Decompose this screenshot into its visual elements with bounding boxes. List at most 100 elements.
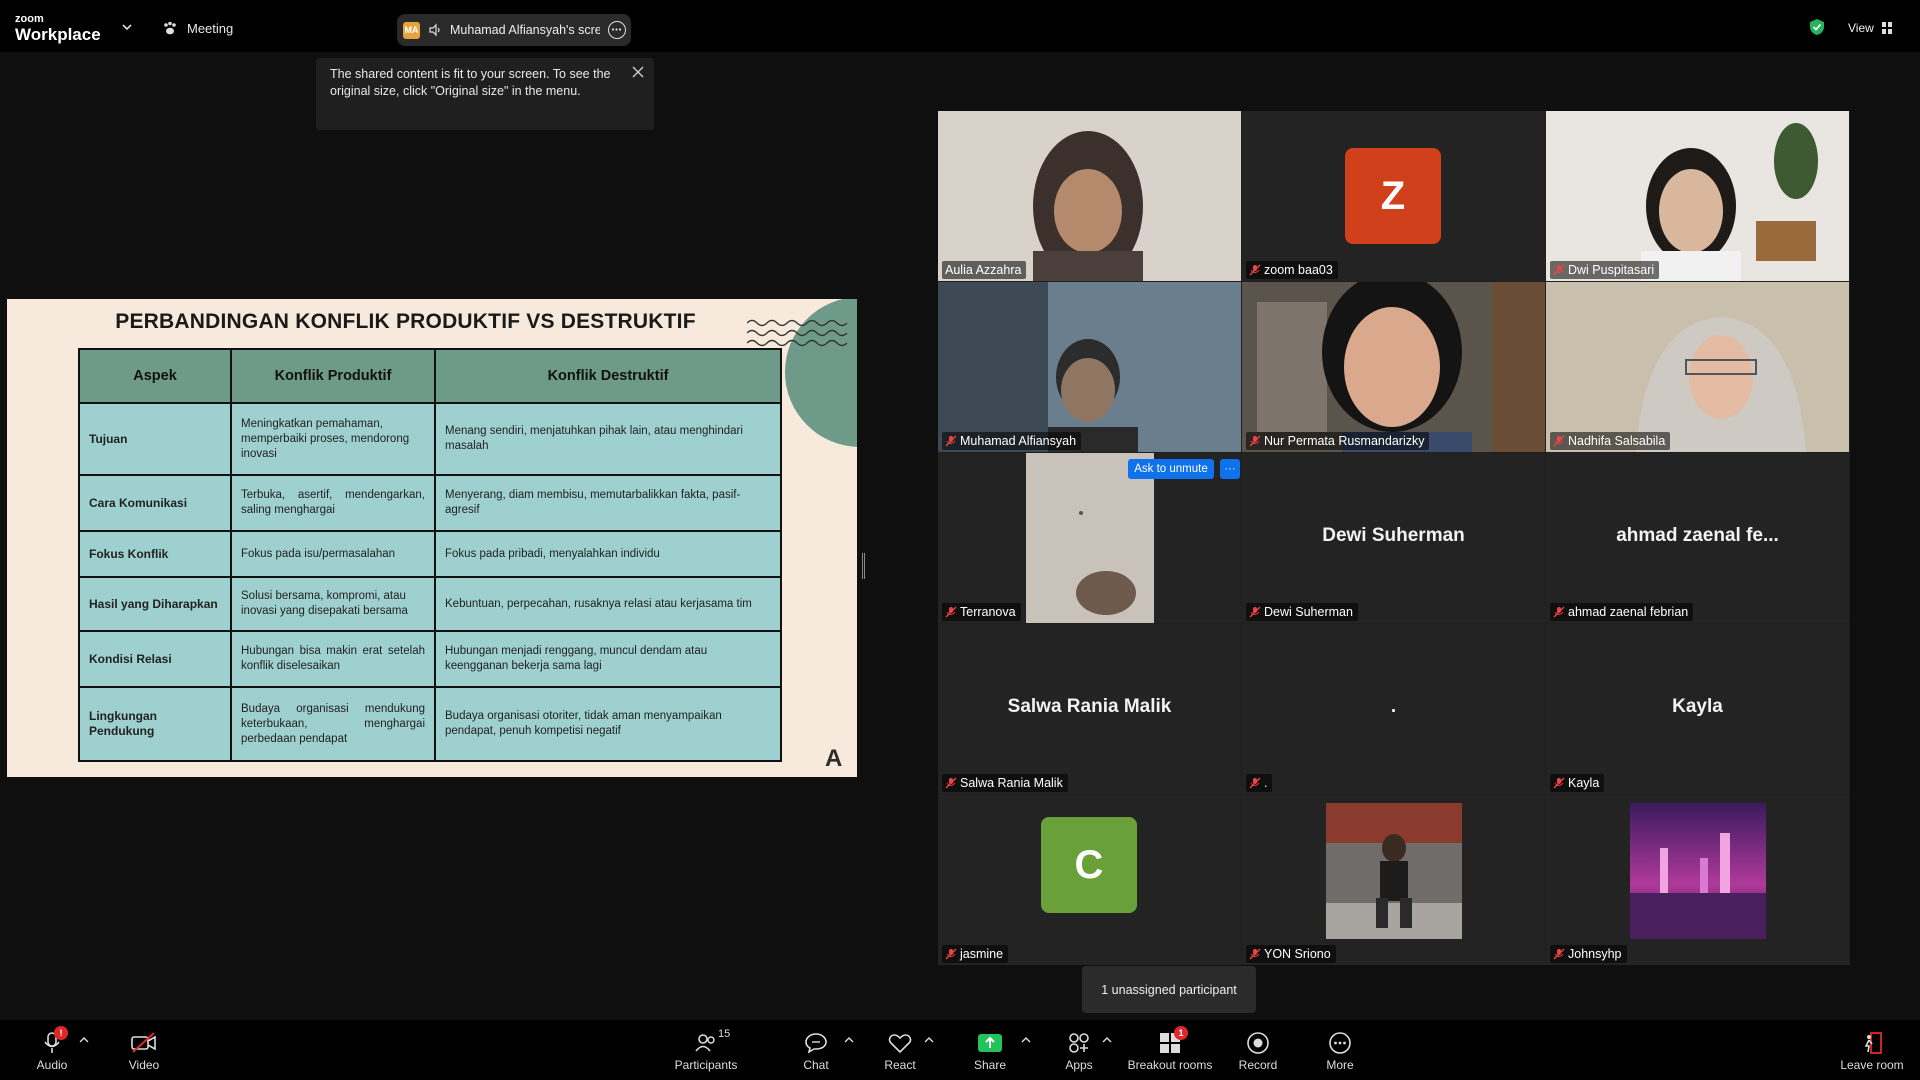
- participant-name: YON Sriono: [1264, 947, 1331, 961]
- participant-tile[interactable]: YON Sriono: [1242, 795, 1545, 965]
- video-label: Video: [128, 1058, 160, 1072]
- breakout-label: Breakout rooms: [1127, 1058, 1213, 1072]
- name-tag: Aulia Azzahra: [942, 261, 1027, 279]
- table-cell: Menyerang, diam membisu, memutarbalikkan…: [434, 474, 782, 532]
- meeting-toolbar: ! Audio Video 15 Participants Chat React: [0, 1020, 1920, 1080]
- zoom-logo: zoom Workplace: [15, 13, 101, 44]
- meeting-label: Meeting: [187, 20, 234, 36]
- participant-tile[interactable]: Dwi Puspitasari: [1546, 111, 1849, 281]
- resize-handle[interactable]: [862, 553, 865, 579]
- participant-name: zoom baa03: [1264, 263, 1333, 277]
- chevron-up-icon[interactable]: [1102, 1036, 1112, 1044]
- participant-display-name: Kayla: [1672, 696, 1723, 717]
- more-options-icon[interactable]: [608, 21, 626, 39]
- table-row: Tujuan Meningkatkan pemahaman, memperbai…: [78, 402, 782, 476]
- video-feed: [938, 111, 1241, 281]
- participant-tile[interactable]: Johnsyhp: [1546, 795, 1849, 965]
- screen-share-indicator[interactable]: MA Muhamad Alfiansyah's screen: [397, 14, 631, 46]
- table-row: Fokus Konflik Fokus pada isu/permasalaha…: [78, 530, 782, 578]
- chevron-up-icon[interactable]: [924, 1036, 934, 1044]
- participant-tile[interactable]: ahmad zaenal fe... ahmad zaenal febrian: [1546, 453, 1849, 623]
- shared-slide: PERBANDINGAN KONFLIK PRODUKTIF VS DESTRU…: [7, 299, 857, 777]
- view-button[interactable]: View: [1848, 21, 1892, 35]
- header-produktif: Konflik Produktif: [230, 348, 436, 404]
- participants-button[interactable]: 15 Participants: [666, 1028, 746, 1072]
- ask-to-unmute-button[interactable]: Ask to unmute: [1128, 459, 1214, 479]
- participant-tile[interactable]: Muhamad Alfiansyah: [938, 282, 1241, 452]
- apps-button[interactable]: Apps: [1039, 1028, 1119, 1072]
- participant-tile[interactable]: Aulia Azzahra: [938, 111, 1241, 281]
- slide-title: PERBANDINGAN KONFLIK PRODUKTIF VS DESTRU…: [115, 310, 696, 333]
- more-button[interactable]: More: [1300, 1028, 1380, 1072]
- chevron-up-icon[interactable]: [79, 1036, 89, 1044]
- participant-tile[interactable]: . .: [1242, 624, 1545, 794]
- record-button[interactable]: Record: [1218, 1028, 1298, 1072]
- table-row: Lingkungan Pendukung Budaya organisasi m…: [78, 686, 782, 762]
- fit-to-screen-tooltip: The shared content is fit to your screen…: [316, 58, 654, 130]
- breakout-rooms-button[interactable]: 1 Breakout rooms: [1119, 1026, 1221, 1072]
- mic-muted-icon: [1249, 264, 1261, 276]
- table-cell: Fokus pada pribadi, menyalahkan individu: [434, 530, 782, 578]
- participant-name: Dewi Suherman: [1264, 605, 1353, 619]
- mic-muted-icon: [1553, 606, 1565, 618]
- participants-label: Participants: [674, 1058, 738, 1072]
- participant-tile[interactable]: Kayla Kayla: [1546, 624, 1849, 794]
- chevron-up-icon[interactable]: [844, 1036, 854, 1044]
- participant-name: jasmine: [960, 947, 1004, 961]
- profile-photo: [1630, 803, 1766, 939]
- react-button[interactable]: React: [860, 1028, 940, 1072]
- participant-tile[interactable]: Salwa Rania Malik Salwa Rania Malik: [938, 624, 1241, 794]
- heart-icon: [888, 1034, 912, 1054]
- leave-room-icon: [1864, 1032, 1882, 1054]
- table-cell: Meningkatkan pemahaman, memperbaiki pros…: [230, 402, 436, 476]
- logo-big-text: Workplace: [15, 25, 101, 44]
- participant-tile[interactable]: Nur Permata Rusmandarizky: [1242, 282, 1545, 452]
- participant-more-button[interactable]: ···: [1220, 459, 1240, 479]
- mic-muted-icon: [1249, 948, 1261, 960]
- logo-small-text: zoom: [15, 13, 44, 25]
- security-shield-icon[interactable]: [1809, 18, 1825, 36]
- video-feed: [1546, 282, 1849, 452]
- table-cell: Hubungan bisa makin erat setelah konflik…: [230, 630, 436, 688]
- mic-muted-icon: [945, 777, 957, 789]
- video-gallery: Aulia Azzahra Z zoom baa03 Dwi Puspitasa…: [938, 111, 1850, 965]
- mic-muted-icon: [1553, 777, 1565, 789]
- participant-tile[interactable]: C jasmine: [938, 795, 1241, 965]
- table-cell: Menang sendiri, menjatuhkan pihak lain, …: [434, 402, 782, 476]
- video-feed: [938, 282, 1241, 452]
- chevron-down-icon[interactable]: [120, 22, 134, 32]
- name-tag: Muhamad Alfiansyah: [942, 432, 1082, 450]
- table-cell: Fokus Konflik: [78, 530, 232, 578]
- participant-name: Dwi Puspitasari: [1568, 263, 1655, 277]
- chat-button[interactable]: Chat: [776, 1028, 856, 1072]
- chevron-up-icon[interactable]: [1021, 1036, 1031, 1044]
- mic-muted-icon: [1249, 606, 1261, 618]
- participant-tile[interactable]: Dewi Suherman Dewi Suherman: [1242, 453, 1545, 623]
- top-bar: zoom Workplace Meeting MA Muhamad Alfian…: [0, 0, 1920, 52]
- close-icon[interactable]: [632, 66, 644, 78]
- name-tag: jasmine: [942, 945, 1009, 963]
- table-cell: Cara Komunikasi: [78, 474, 232, 532]
- name-tag: ahmad zaenal febrian: [1550, 603, 1694, 621]
- mic-muted-icon: [945, 606, 957, 618]
- participant-name: Muhamad Alfiansyah: [960, 434, 1077, 448]
- breakout-badge: 1: [1174, 1026, 1188, 1040]
- name-tag: YON Sriono: [1246, 945, 1336, 963]
- participant-tile[interactable]: Z zoom baa03: [1242, 111, 1545, 281]
- video-button[interactable]: Video: [104, 1028, 184, 1072]
- name-tag: Terranova: [942, 603, 1021, 621]
- participant-display-name: ahmad zaenal fe...: [1616, 525, 1779, 546]
- speaker-icon: [429, 23, 440, 37]
- table-row: Kondisi Relasi Hubungan bisa makin erat …: [78, 630, 782, 688]
- leave-room-button[interactable]: Leave room: [1832, 1028, 1912, 1072]
- name-tag: Nur Permata Rusmandarizky: [1246, 432, 1430, 450]
- participant-name: ahmad zaenal febrian: [1568, 605, 1689, 619]
- audio-button[interactable]: ! Audio: [12, 1026, 92, 1072]
- participant-tile[interactable]: Nadhifa Salsabila: [1546, 282, 1849, 452]
- mic-muted-icon: [1249, 435, 1261, 447]
- mic-muted-icon: [1553, 264, 1565, 276]
- meeting-info-button[interactable]: Meeting: [162, 20, 233, 36]
- grid-view-icon: [1881, 22, 1892, 34]
- share-button[interactable]: Share: [950, 1028, 1030, 1072]
- table-cell: Tujuan: [78, 402, 232, 476]
